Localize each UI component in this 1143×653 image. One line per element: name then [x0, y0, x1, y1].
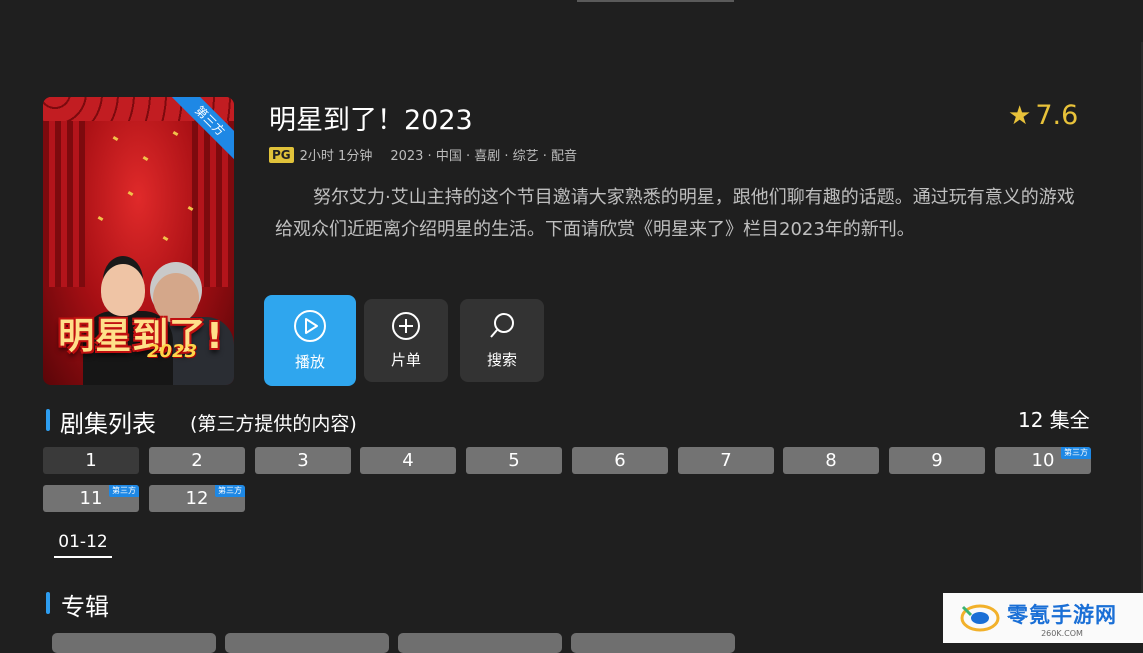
album-card[interactable] [398, 633, 562, 653]
play-button-label: 播放 [294, 353, 325, 371]
play-button[interactable]: 播放 [264, 295, 356, 386]
episodes-subtitle: (第三方提供的内容) [190, 413, 357, 435]
episode-button-1[interactable]: 1 [43, 447, 139, 474]
rating: ★ 7.6 [1008, 100, 1078, 131]
poster-confetti [142, 155, 149, 162]
episode-number: 3 [297, 450, 309, 471]
page-title: 明星到了！2023 [269, 105, 473, 136]
poster-title-art: 明星到了! [58, 316, 224, 357]
search-button[interactable]: 搜索 [460, 299, 544, 382]
episode-number: 4 [402, 450, 414, 471]
episode-number: 10 [1031, 450, 1055, 471]
duration: 2小时 1分钟 [299, 149, 373, 164]
episode-button-2[interactable]: 2 [149, 447, 245, 474]
poster-curtain-left [43, 97, 85, 287]
episode-number: 6 [614, 450, 626, 471]
poster-confetti [162, 235, 169, 242]
episode-button-7[interactable]: 7 [678, 447, 774, 474]
info-line: 2023 · 中国 · 喜剧 · 综艺 · 配音 [390, 149, 578, 164]
third-party-tag: 第三方 [215, 485, 245, 497]
episode-button-5[interactable]: 5 [466, 447, 562, 474]
top-indicator [577, 0, 734, 2]
third-party-tag: 第三方 [109, 485, 139, 497]
episode-button-3[interactable]: 3 [255, 447, 351, 474]
star-icon: ★ [1008, 100, 1032, 131]
episode-number: 9 [931, 450, 943, 471]
pg-rating-badge: PG [269, 146, 294, 163]
poster-confetti [172, 130, 179, 137]
watermark-sub-text: 260K.COM [1041, 628, 1083, 638]
episode-number: 12 [185, 488, 209, 509]
watermark-logo-icon [960, 604, 1000, 632]
watermark-main-text: 零氪手游网 [1007, 602, 1117, 627]
add-circle-icon [392, 312, 420, 340]
episode-number: 11 [79, 488, 103, 509]
album-card[interactable] [225, 633, 389, 653]
poster-confetti [97, 215, 104, 222]
poster-confetti [112, 135, 119, 142]
episode-button-9[interactable]: 9 [889, 447, 985, 474]
episode-button-4[interactable]: 4 [360, 447, 456, 474]
episode-number: 5 [508, 450, 520, 471]
album-title: 专辑 [61, 593, 109, 621]
album-card[interactable] [52, 633, 216, 653]
meta-row: PG 2小时 1分钟 2023 · 中国 · 喜剧 · 综艺 · 配音 [269, 145, 577, 164]
add-to-list-label: 片单 [390, 351, 421, 369]
third-party-tag: 第三方 [1061, 447, 1091, 459]
add-to-list-button[interactable]: 片单 [364, 299, 448, 382]
episode-number: 2 [191, 450, 203, 471]
episode-count: 12 集全 [1018, 408, 1090, 432]
episode-number: 7 [720, 450, 732, 471]
poster-confetti [127, 190, 134, 197]
search-button-label: 搜索 [486, 351, 517, 369]
poster-image: 明星到了! 2023 第三方 [43, 97, 234, 385]
poster-year-art: 2023 [147, 341, 198, 362]
episode-number: 8 [825, 450, 837, 471]
episode-range-tab[interactable]: 01-12 [54, 532, 112, 558]
episode-button-12[interactable]: 12 第三方 [149, 485, 245, 512]
album-card[interactable] [571, 633, 735, 653]
episode-button-11[interactable]: 11 第三方 [43, 485, 139, 512]
description: 努尔艾力·艾山主持的这个节目邀请大家熟悉的明星，跟他们聊有趣的话题。通过玩有意义… [275, 187, 1075, 240]
watermark: 零氪手游网 260K.COM [943, 593, 1143, 643]
search-icon [490, 313, 514, 338]
episode-button-10[interactable]: 10 第三方 [995, 447, 1091, 474]
rating-value: 7.6 [1035, 100, 1079, 131]
episode-button-6[interactable]: 6 [572, 447, 668, 474]
play-icon [294, 310, 326, 342]
section-marker [46, 592, 50, 614]
episode-number: 1 [85, 450, 97, 471]
section-marker [46, 409, 50, 431]
episode-button-8[interactable]: 8 [783, 447, 879, 474]
episodes-title: 剧集列表 [60, 410, 156, 438]
